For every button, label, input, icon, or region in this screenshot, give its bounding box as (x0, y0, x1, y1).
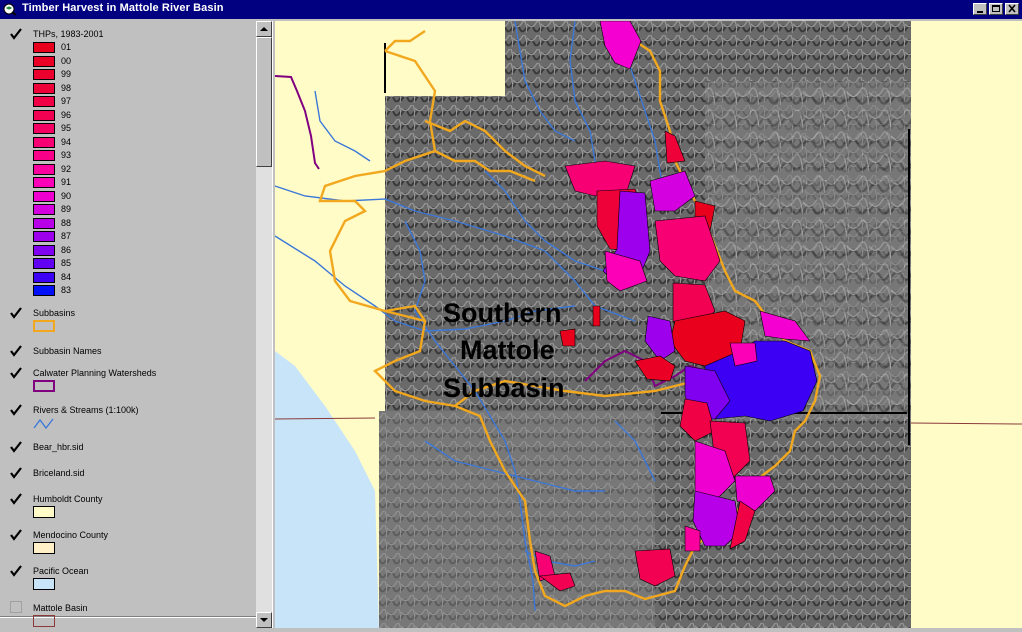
arrow-down-icon (260, 618, 268, 622)
legend-swatch (33, 285, 55, 296)
legend-swatch (33, 123, 55, 134)
checkmark-icon[interactable] (9, 27, 23, 41)
toc-layer-label: Humboldt County (33, 494, 103, 504)
fill-symbol (33, 578, 55, 590)
scroll-down-button[interactable] (256, 612, 272, 628)
legend-label: 96 (61, 109, 72, 120)
unchecked-box[interactable] (10, 601, 22, 613)
close-icon (1008, 4, 1016, 13)
scroll-up-button[interactable] (256, 21, 272, 37)
checkmark-icon[interactable] (9, 366, 23, 380)
close-button[interactable] (1005, 3, 1019, 15)
legend-label: 85 (61, 258, 72, 268)
checkmark-icon[interactable] (9, 564, 23, 578)
toc-layer-label: Calwater Planning Watersheds (33, 368, 157, 378)
legend-swatch (33, 190, 55, 202)
legend-swatch (33, 69, 55, 80)
legend-label: 92 (61, 163, 72, 174)
title-bar: Timber Harvest in Mattole River Basin (0, 0, 1022, 19)
aerial-imagery-south (379, 411, 655, 628)
minimize-button[interactable] (973, 3, 987, 15)
toc-layer-label: Subbasin Names (33, 346, 102, 356)
legend-swatch (33, 109, 55, 121)
toc-layer[interactable]: Briceland.sid (0, 466, 256, 486)
toc-layer-label: Pacific Ocean (33, 566, 89, 576)
scroll-thumb[interactable] (256, 37, 272, 167)
legend-swatch (33, 136, 55, 148)
map-view[interactable]: Southern Mattole Subbasin (275, 21, 1022, 628)
line-symbol (33, 417, 55, 430)
checkmark-icon[interactable] (9, 403, 23, 417)
arrow-up-icon (260, 27, 268, 31)
checkmark-icon[interactable] (9, 466, 23, 480)
legend-swatch (33, 42, 55, 53)
legend-label: 99 (61, 69, 72, 79)
legend-swatch (33, 244, 55, 256)
checkmark-icon[interactable] (9, 492, 23, 506)
legend-swatch (33, 231, 55, 242)
toc-layer-label: Mattole Basin (33, 603, 88, 613)
legend-label: 91 (61, 177, 72, 187)
legend-label: 89 (61, 204, 72, 214)
legend-swatch (33, 217, 55, 229)
toc-layer-label: Subbasins (33, 308, 76, 318)
legend-swatch (33, 177, 55, 188)
fill-symbol (33, 542, 55, 554)
legend-label: 83 (61, 285, 72, 295)
toc-layer-label: Briceland.sid (33, 468, 85, 478)
legend-label: 00 (61, 55, 72, 66)
maximize-button[interactable] (989, 3, 1003, 15)
pacific-ocean (275, 351, 379, 628)
legend-label: 87 (61, 231, 72, 241)
table-of-contents: THPs, 1983-2001 01 00 99 98 97 96 95 94 93 92 91 90… (0, 21, 256, 628)
legend-swatch (33, 258, 55, 269)
county-boundary-east (910, 422, 1022, 425)
map-canvas[interactable] (275, 21, 1022, 628)
legend-swatch (33, 204, 55, 215)
legend-label: 84 (61, 271, 72, 282)
legend-swatch (33, 82, 55, 94)
legend-label: 98 (61, 82, 72, 93)
checkmark-icon[interactable] (9, 306, 23, 320)
legend-swatch (33, 163, 55, 175)
legend-swatch (33, 150, 55, 161)
toc-layer[interactable]: Subbasin Names (0, 344, 256, 364)
legend-swatch (33, 96, 55, 107)
subbasin-name-label: Subbasin (443, 373, 565, 403)
outline-symbol (33, 380, 55, 392)
legend-label: 86 (61, 244, 72, 255)
mattole-basin-symbol (33, 615, 55, 627)
legend-label: 01 (61, 42, 72, 52)
fill-symbol (33, 506, 55, 518)
checkmark-icon[interactable] (9, 344, 23, 358)
toc-layer-label: Bear_hbr.sid (33, 442, 84, 452)
legend-label: 90 (61, 190, 72, 201)
window-title: Timber Harvest in Mattole River Basin (22, 2, 224, 14)
minimize-icon (977, 11, 983, 13)
toc-scrollbar[interactable] (256, 21, 272, 628)
app-globe-icon (3, 3, 17, 16)
toc-layer-label: THPs, 1983-2001 (33, 29, 104, 39)
legend-label: 95 (61, 123, 72, 133)
legend-label: 93 (61, 150, 72, 160)
legend-label: 94 (61, 136, 72, 147)
toc-layer-label: Mendocino County (33, 530, 109, 540)
toc-layer[interactable]: Bear_hbr.sid (0, 440, 256, 460)
maximize-icon (992, 5, 1000, 12)
subbasin-name-label: Mattole (460, 335, 555, 365)
checkmark-icon[interactable] (9, 440, 23, 454)
checkmark-icon[interactable] (9, 528, 23, 542)
subbasin-name-label: Southern (443, 298, 562, 328)
toc-layer-label: Rivers & Streams (1:100k) (33, 405, 139, 415)
legend-label: 88 (61, 217, 72, 228)
outline-symbol (33, 320, 55, 332)
legend-swatch (33, 271, 55, 283)
legend-label: 97 (61, 96, 72, 106)
legend-swatch (33, 55, 55, 67)
